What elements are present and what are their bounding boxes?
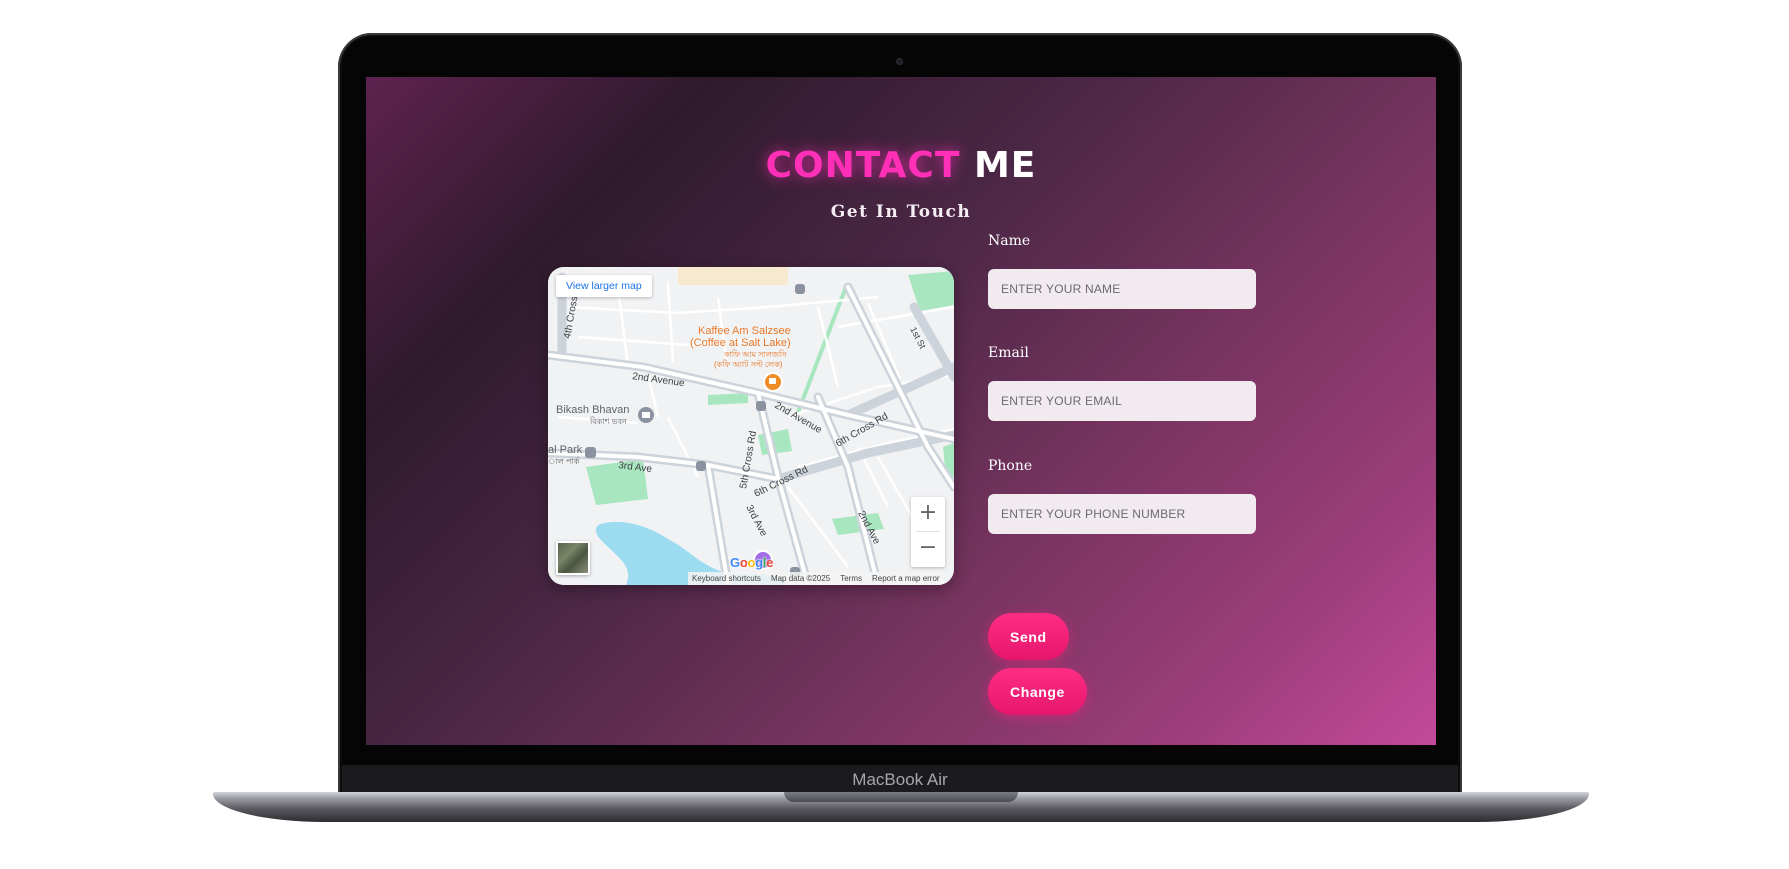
google-logo: Google — [730, 555, 773, 570]
map-label-road-5th-cross: 5th Cross Rd — [738, 430, 759, 489]
report-map-error-link[interactable]: Report a map error — [872, 572, 940, 585]
view-larger-map-link[interactable]: View larger map — [556, 275, 652, 297]
keyboard-shortcuts-link[interactable]: Keyboard shortcuts — [692, 572, 761, 585]
map-label-cafe-bn-2: (কফি অ্যাট সল্ট লেক) — [714, 359, 783, 369]
map-label-road-2nd-avenue-b: 2nd Avenue — [773, 400, 824, 436]
map-label-road-6th-cross-b: 6th Cross Rd — [752, 464, 809, 499]
page-title: CONTACT ME — [366, 145, 1436, 186]
map-label-road-3rd-ave-b: 3rd Ave — [743, 503, 769, 538]
name-input[interactable] — [988, 269, 1256, 309]
camera-icon — [896, 58, 903, 65]
map-label-park-bn: াল পার্ক — [548, 457, 580, 466]
map-footer: Keyboard shortcuts Map data ©2025 Terms … — [688, 572, 944, 585]
zoom-out-button[interactable]: − — [911, 532, 945, 566]
title-rest: ME — [973, 145, 1037, 186]
email-input[interactable] — [988, 381, 1256, 421]
map-label-cafe-en: (Coffee at Salt Lake) — [690, 337, 791, 349]
map-label-building-bn: বিকাশ ভবন — [589, 417, 627, 426]
map-label-road-1st-st: 1st St — [908, 325, 928, 350]
send-button[interactable]: Send — [988, 613, 1069, 660]
map-label-cafe-bn-1: কাফি আম সালজসি — [723, 350, 787, 359]
device-brand-label: MacBook Air — [852, 770, 948, 789]
change-button[interactable]: Change — [988, 668, 1087, 715]
zoom-control: + − — [911, 497, 945, 567]
map-label-road-2nd-ave-c: 2nd Ave — [855, 509, 882, 546]
map-label-road-4th-cross: 4th Cross — [562, 295, 580, 339]
phone-input[interactable] — [988, 494, 1256, 534]
zoom-in-button[interactable]: + — [911, 497, 945, 531]
embedded-map[interactable]: Kaffee Am Salzsee (Coffee at Salt Lake) … — [548, 267, 954, 585]
title-accent: CONTACT — [765, 145, 961, 186]
map-label-building: Bikash Bhavan — [556, 404, 629, 416]
google-logo-text: Google — [730, 555, 774, 570]
page-subtitle: Get In Touch — [830, 202, 972, 222]
map-data-text: Map data ©2025 — [770, 574, 831, 583]
phone-label: Phone — [988, 458, 1033, 474]
map-label-road-3rd-ave: 3rd Ave — [618, 460, 653, 475]
name-label: Name — [988, 233, 1031, 249]
map-label-road-2nd-avenue: 2nd Avenue — [632, 371, 686, 389]
laptop-notch — [784, 792, 1018, 802]
satellite-toggle-button[interactable] — [556, 541, 590, 575]
terms-link[interactable]: Terms — [840, 572, 862, 585]
map-labels: Kaffee Am Salzsee (Coffee at Salt Lake) … — [548, 295, 928, 546]
screen: CONTACT ME Get In Touch Kaffee Am Salzse… — [366, 77, 1436, 745]
email-label: Email — [988, 345, 1029, 361]
map-label-road-6th-cross-a: 6th Cross Rd — [834, 411, 890, 450]
map-label-park: al Park — [548, 444, 583, 456]
map-label-cafe: Kaffee Am Salzsee — [698, 325, 791, 337]
